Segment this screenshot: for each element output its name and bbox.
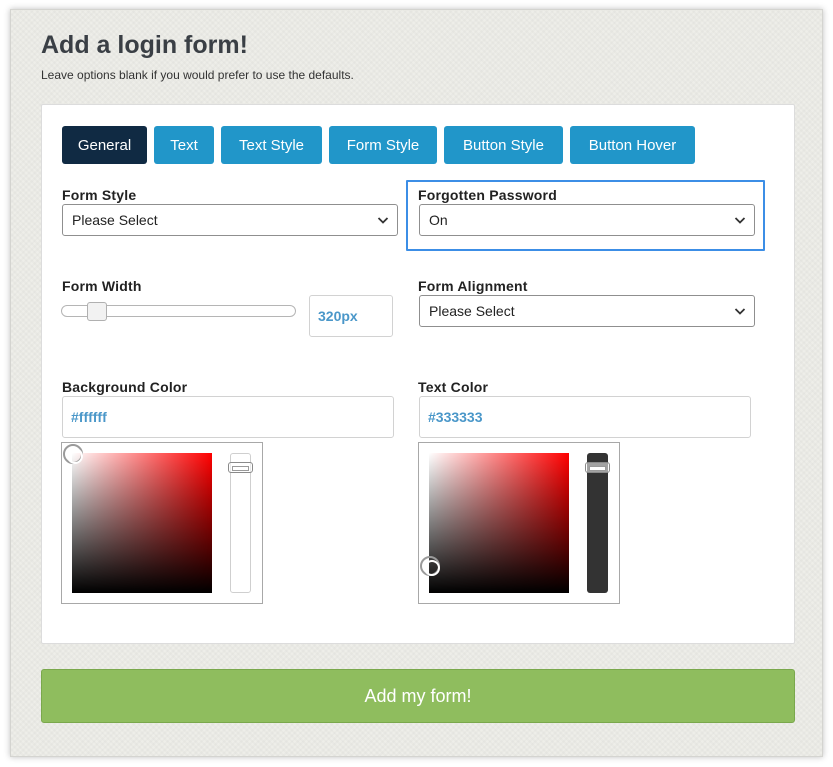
form-alignment-value: Please Select (429, 303, 515, 319)
page-subtitle: Leave options blank if you would prefer … (41, 68, 354, 82)
form-style-label: Form Style (62, 187, 137, 203)
form-width-slider-handle[interactable] (86, 302, 107, 321)
text-color-hue-slider[interactable] (587, 453, 608, 593)
chevron-down-icon (734, 308, 746, 315)
forgotten-password-value: On (429, 212, 448, 228)
text-color-saturation-handle[interactable] (420, 556, 440, 576)
chevron-down-icon (734, 217, 746, 224)
text-color-input[interactable]: #333333 (419, 396, 751, 438)
tab-general[interactable]: General (62, 126, 147, 164)
form-style-value: Please Select (72, 212, 158, 228)
add-form-button[interactable]: Add my form! (41, 669, 795, 723)
form-width-value[interactable]: 320px (309, 295, 393, 337)
tab-text-style[interactable]: Text Style (221, 126, 322, 164)
background-color-hue-handle[interactable] (228, 462, 253, 473)
forgotten-password-label: Forgotten Password (418, 187, 557, 203)
background-color-saturation-area[interactable] (72, 453, 212, 593)
tab-button-hover[interactable]: Button Hover (570, 126, 695, 164)
form-width-label: Form Width (62, 278, 142, 294)
text-color-label: Text Color (418, 379, 489, 395)
background-color-input[interactable]: #ffffff (62, 396, 394, 438)
background-color-hue-slider[interactable] (230, 453, 251, 593)
form-style-select[interactable]: Please Select (62, 204, 398, 236)
text-color-saturation-area[interactable] (429, 453, 569, 593)
tab-button-style[interactable]: Button Style (444, 126, 563, 164)
background-color-saturation-handle[interactable] (63, 444, 83, 464)
page-title: Add a login form! (41, 31, 248, 59)
background-color-label: Background Color (62, 379, 188, 395)
forgotten-password-select[interactable]: On (419, 204, 755, 236)
chevron-down-icon (377, 217, 389, 224)
tab-text[interactable]: Text (154, 126, 214, 164)
form-alignment-select[interactable]: Please Select (419, 295, 755, 327)
tab-form-style[interactable]: Form Style (329, 126, 437, 164)
text-color-hue-handle[interactable] (585, 462, 610, 473)
form-alignment-label: Form Alignment (418, 278, 528, 294)
